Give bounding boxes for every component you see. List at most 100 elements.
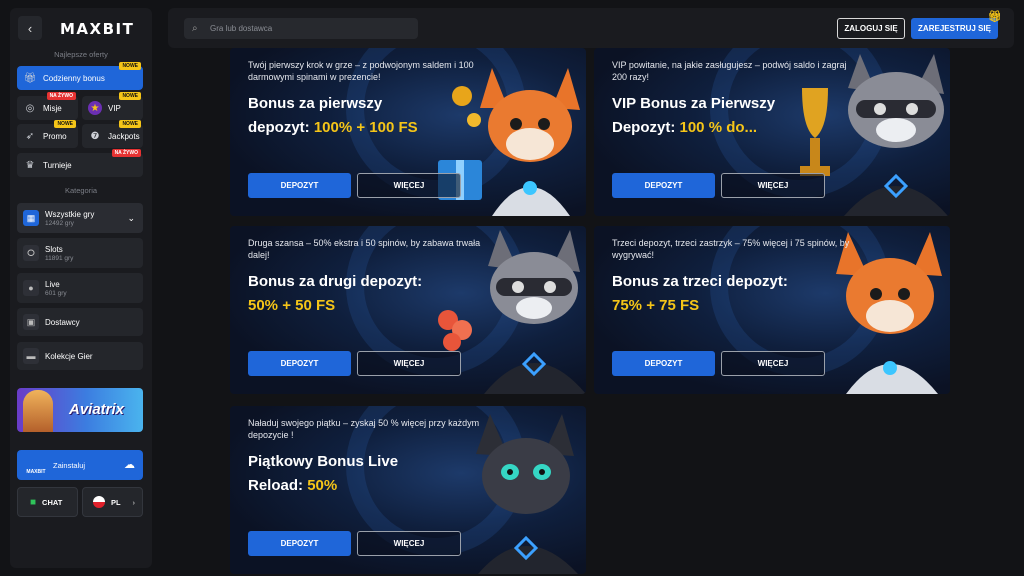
category-label: Slots (45, 244, 63, 254)
category-label: Kolekcje Gier (45, 351, 93, 361)
sidebar-item-label: Jackpots (108, 131, 140, 141)
deposit-button[interactable]: DEPOZYT (612, 173, 715, 198)
live-icon: ● (23, 280, 39, 296)
section-label-category: Kategoria (64, 186, 98, 195)
deposit-button[interactable]: DEPOZYT (248, 173, 351, 198)
bonus-card-third-deposit: Trzeci depozyt, trzeci zastrzyk – 75% wi… (594, 226, 950, 394)
sidebar-item-label: Turnieje (43, 160, 72, 170)
gift-icon: 🎁︎ (23, 72, 37, 84)
bonus-title: Bonus za drugi depozyt: 50% + 50 FS (248, 270, 478, 318)
sidebar-item-providers[interactable]: ▣ Dostawcy (17, 308, 143, 336)
rocket-icon: ➶ (25, 130, 35, 142)
sidebar-header: ‹ MAXBIT (10, 8, 152, 48)
jackpot-icon: ❼ (90, 130, 100, 142)
title-line: Reload: (248, 477, 308, 494)
chevron-right-icon: › (132, 497, 136, 507)
category-count: 601 gry (45, 289, 67, 297)
aviatrix-banner[interactable]: Aviatrix (17, 388, 143, 432)
logo: MAXBIT (60, 20, 135, 38)
sidebar-item-jackpots[interactable]: ❼ Jackpots NOWE (82, 120, 143, 148)
collection-icon: ▬ (23, 348, 39, 364)
trophy-icon: ♛ (25, 159, 35, 171)
language-label: PL (111, 497, 121, 507)
bonus-card-vip: VIP powitanie, na jakie zasługujesz – po… (594, 48, 950, 216)
pilot-illustration (23, 390, 53, 432)
new-badge: NOWE (54, 120, 76, 128)
sidebar-item-tournaments[interactable]: ♛ Turnieje NA ŻYWO (17, 149, 143, 177)
chat-label: CHAT (42, 497, 63, 507)
bonus-title: Bonus za trzeci depozyt: 75% + 75 FS (612, 270, 842, 318)
search-input[interactable] (210, 24, 410, 33)
category-text: Wszystkie gry 12492 gry (45, 210, 94, 227)
bonus-card-friday-reload: Naładuj swojego piątku – zyskaj 50 % wię… (230, 406, 586, 574)
arrow-left-icon: ‹ (27, 20, 33, 36)
category-label: Live (45, 279, 60, 289)
live-badge: NA ŻYWO (111, 149, 141, 157)
bonus-title: VIP Bonus za Pierwszy Depozyt: 100 % do.… (612, 92, 842, 140)
register-label: ZAREJESTRUJ SIĘ (918, 24, 991, 33)
sidebar-item-label: Codzienny bonus (43, 73, 105, 83)
live-badge: NA ŻYWO (46, 92, 76, 100)
category-text: Slots 11891 gry (45, 245, 73, 262)
title-line: depozyt: (248, 119, 314, 136)
category-text: Live 601 gry (45, 280, 67, 297)
bonus-description: Naładuj swojego piątku – zyskaj 50 % wię… (248, 418, 480, 440)
sidebar-item-label: VIP (108, 103, 121, 113)
category-count: 11891 gry (45, 254, 74, 262)
bonus-description: VIP powitanie, na jakie zasługujesz – po… (612, 60, 847, 82)
chat-icon: ■ (30, 496, 37, 508)
chat-button[interactable]: ■ CHAT (17, 487, 78, 517)
bonus-highlight: 50% (307, 477, 338, 494)
register-button[interactable]: ZAREJESTRUJ SIĘ 🎁︎ (911, 11, 1002, 39)
more-button[interactable]: WIĘCEJ (357, 531, 461, 556)
sidebar-item-live[interactable]: ● Live 601 gry (17, 273, 143, 303)
sidebar-item-daily-bonus[interactable]: 🎁︎ Codzienny bonus NOWE (17, 62, 143, 90)
sidebar-item-slots[interactable]: ⵔ Slots 11891 gry (17, 238, 143, 268)
bonus-description: Trzeci depozyt, trzeci zastrzyk – 75% wi… (612, 238, 850, 260)
bonus-description: Druga szansa – 50% ekstra i 50 spinów, b… (248, 238, 481, 260)
sidebar-item-missions[interactable]: ◎ Misje NA ŻYWO (17, 92, 78, 120)
bonus-highlight: 100 % do... (679, 119, 758, 136)
deposit-button[interactable]: DEPOZYT (612, 351, 715, 376)
bonus-highlight: 75% + 75 FS (612, 297, 700, 314)
title-line: Bonus za pierwszy (248, 95, 383, 112)
mini-logo-text: MAXBIT (26, 469, 46, 475)
bonus-card-first-deposit: Twój pierwszy krok w grze – z podwojonym… (230, 48, 586, 216)
bonus-title: Bonus za pierwszy depozyt: 100% + 100 FS (248, 92, 478, 140)
more-button[interactable]: WIĘCEJ (721, 173, 825, 198)
more-button[interactable]: WIĘCEJ (357, 351, 461, 376)
flag-pl-icon (93, 496, 105, 508)
more-button[interactable]: WIĘCEJ (721, 351, 825, 376)
sidebar-item-all-games[interactable]: ▦ Wszystkie gry 12492 gry ⌄ (17, 203, 143, 233)
install-button[interactable]: MAXBIT Zainstaluj ☁ (17, 450, 143, 480)
sidebar-item-label: Promo (43, 131, 67, 141)
deposit-button[interactable]: DEPOZYT (248, 351, 351, 376)
new-badge: NOWE (119, 92, 141, 100)
bonus-highlight: 100% + 100 FS (313, 119, 418, 136)
new-badge: NOWE (119, 62, 141, 70)
sidebar-item-promo[interactable]: ➶ Promo NOWE (17, 120, 78, 148)
login-button[interactable]: ZALOGUJ SIĘ (837, 18, 905, 39)
bonus-title: Piątkowy Bonus Live Reload: 50% (248, 450, 478, 498)
topbar: ⌕ ZALOGUJ SIĘ ZAREJESTRUJ SIĘ 🎁︎ (168, 8, 1014, 48)
gift-icon: 🎁︎ (988, 11, 1002, 23)
sidebar: ‹ MAXBIT Najlepsze oferty 🎁︎ Codzienny b… (10, 8, 152, 568)
sidebar-item-vip[interactable]: ★ VIP NOWE (82, 92, 143, 120)
title-line: Bonus za drugi depozyt: (248, 273, 423, 290)
chevron-down-icon[interactable]: ⌄ (127, 213, 135, 224)
title-line: Depozyt: (612, 119, 680, 136)
grid-icon: ▦ (23, 210, 39, 226)
language-selector[interactable]: PL › (82, 487, 143, 517)
cloud-download-icon: ☁ (124, 459, 135, 471)
search-box[interactable]: ⌕ (184, 18, 418, 39)
sidebar-item-collections[interactable]: ▬ Kolekcje Gier (17, 342, 143, 370)
cherry-icon: ⵔ (23, 245, 39, 261)
category-label: Wszystkie gry (45, 209, 95, 219)
planet-icon: ◎ (25, 102, 35, 114)
bonus-description: Twój pierwszy krok w grze – z podwojonym… (248, 60, 474, 82)
title-line: Piątkowy Bonus Live (248, 453, 399, 470)
deposit-button[interactable]: DEPOZYT (248, 531, 351, 556)
back-button[interactable]: ‹ (18, 16, 42, 40)
category-label: Dostawcy (45, 317, 80, 327)
more-button[interactable]: WIĘCEJ (357, 173, 461, 198)
